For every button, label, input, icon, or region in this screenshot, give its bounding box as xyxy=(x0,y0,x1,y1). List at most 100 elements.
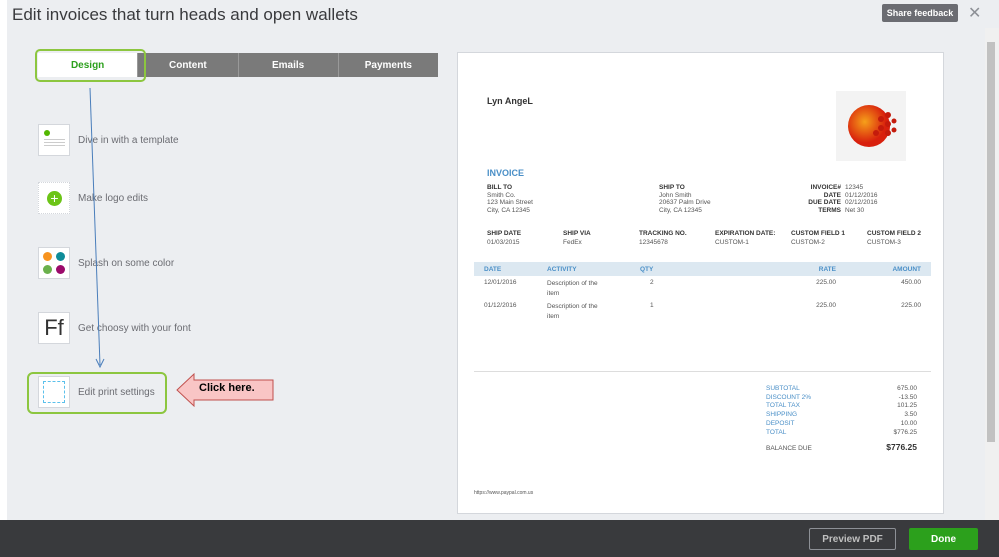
done-button[interactable]: Done xyxy=(909,528,978,550)
field-value: CUSTOM-3 xyxy=(867,239,901,246)
meta-row: TERMS Net 30 xyxy=(778,207,878,215)
total-value: $776.25 xyxy=(893,428,918,436)
total-row: SHIPPING 3.50 xyxy=(766,411,917,420)
row-date: 01/12/2016 xyxy=(484,302,517,309)
company-name: Lyn AngeL xyxy=(487,96,533,106)
table-row: 01/12/2016 Description of the item 1 225… xyxy=(474,302,931,326)
row-qty: 1 xyxy=(650,302,654,309)
total-row: SUBTOTAL 675.00 xyxy=(766,385,917,394)
invoice-meta: INVOICE# 12345 DATE 01/12/2016 DUE DATE 02/… xyxy=(778,184,878,215)
field-value: CUSTOM-1 xyxy=(715,239,749,246)
bill-to-line: 123 Main Street xyxy=(487,199,533,206)
meta-value: 02/12/2016 xyxy=(845,199,878,206)
scrollbar-thumb[interactable] xyxy=(987,42,995,442)
total-value: 675.00 xyxy=(897,385,917,392)
balance-label: BALANCE DUE xyxy=(766,445,812,453)
bill-to-label: BILL TO xyxy=(487,184,513,191)
meta-row: DUE DATE 02/12/2016 xyxy=(778,199,878,207)
close-icon[interactable]: ✕ xyxy=(968,3,981,23)
bill-to-line: Smith Co. xyxy=(487,191,516,199)
col-qty: QTY xyxy=(640,266,654,273)
field: TRACKING NO. 12345678 xyxy=(639,229,715,247)
left-edge xyxy=(0,0,7,520)
meta-value: 12345 xyxy=(845,184,864,191)
company-logo xyxy=(836,91,906,161)
tab-payments[interactable]: Payments xyxy=(337,53,438,77)
preview-pdf-button[interactable]: Preview PDF xyxy=(809,528,896,550)
row-activity: Description of the item xyxy=(547,280,598,297)
ship-to: SHIP TO John Smith 20637 Palm Drive City, C… xyxy=(659,184,711,214)
balance-row: BALANCE DUE $776.25 xyxy=(766,443,917,454)
row-date: 12/01/2016 xyxy=(484,279,517,286)
table-row: 12/01/2016 Description of the item 2 225… xyxy=(474,279,931,303)
total-label: SUBTOTAL xyxy=(766,385,800,392)
field-label: SHIP VIA xyxy=(563,230,591,237)
field: SHIP DATE 01/03/2015 xyxy=(487,229,563,247)
divider xyxy=(474,371,931,372)
field: CUSTOM FIELD 1 CUSTOM-2 xyxy=(791,229,867,247)
row-amount: 450.00 xyxy=(901,279,921,286)
field: CUSTOM FIELD 2 CUSTOM-3 xyxy=(867,229,943,247)
total-row: DISCOUNT 2% -13.50 xyxy=(766,394,917,403)
ship-to-line: City, CA 12345 xyxy=(659,206,702,214)
custom-fields: SHIP DATE 01/03/2015 SHIP VIA FedEx TRACKI… xyxy=(487,229,943,247)
row-rate: 225.00 xyxy=(816,279,836,286)
tab-emails[interactable]: Emails xyxy=(237,53,338,77)
meta-key: DUE DATE xyxy=(808,199,841,206)
total-value: 10.00 xyxy=(900,419,917,427)
invoice-title: INVOICE xyxy=(487,168,525,178)
col-amount: AMOUNT xyxy=(892,266,921,273)
totals: SUBTOTAL 675.00 DISCOUNT 2% -13.50 TOTAL T… xyxy=(766,385,917,454)
total-label: SHIPPING xyxy=(766,411,798,419)
col-activity: ACTIVITY xyxy=(547,266,577,273)
design-highlight xyxy=(35,49,146,82)
total-row: TOTAL $776.25 xyxy=(766,429,917,438)
ship-to-line: John Smith xyxy=(659,191,692,199)
field-value: 01/03/2015 xyxy=(487,239,520,246)
tab-content[interactable]: Content xyxy=(137,53,238,77)
total-label: DISCOUNT 2% xyxy=(766,393,812,401)
field-label: SHIP DATE xyxy=(487,230,522,237)
ship-to-label: SHIP TO xyxy=(659,184,685,191)
total-row: DEPOSIT 10.00 xyxy=(766,420,917,429)
footer-url: https://www.paypal.com.us xyxy=(474,490,534,496)
invoice-preview: Lyn AngeL INVOICE BILL TO Smith Co. 123 Ma… xyxy=(457,52,944,514)
field-label: CUSTOM FIELD 2 xyxy=(867,230,922,237)
field-label: EXPIRATION DATE: xyxy=(715,230,776,237)
bill-to: BILL TO Smith Co. 123 Main Street City, CA … xyxy=(487,184,533,214)
total-value: 101.25 xyxy=(897,402,917,410)
total-row: TOTAL TAX 101.25 xyxy=(766,402,917,411)
col-date: DATE xyxy=(484,266,502,273)
total-label: TOTAL xyxy=(766,428,787,436)
field-value: FedEx xyxy=(563,239,582,246)
annotation-arrow xyxy=(89,87,105,369)
click-here-callout: Click here. xyxy=(176,372,276,412)
field-label: TRACKING NO. xyxy=(639,230,687,237)
total-label: TOTAL TAX xyxy=(766,402,800,410)
page-title: Edit invoices that turn heads and open w… xyxy=(12,5,358,24)
meta-key: DATE xyxy=(823,191,841,199)
meta-value: 01/12/2016 xyxy=(845,191,878,199)
meta-key: INVOICE# xyxy=(810,184,841,191)
row-activity: Description of the item xyxy=(547,303,598,320)
field: EXPIRATION DATE: CUSTOM-1 xyxy=(715,229,791,247)
row-amount: 225.00 xyxy=(901,302,921,309)
total-label: DEPOSIT xyxy=(766,419,795,427)
ship-to-line: 20637 Palm Drive xyxy=(659,199,711,206)
row-qty: 2 xyxy=(650,279,654,286)
callout-text: Click here. xyxy=(199,382,255,394)
meta-key: TERMS xyxy=(818,206,841,214)
meta-row: DATE 01/12/2016 xyxy=(778,192,878,200)
meta-value: Net 30 xyxy=(845,206,865,214)
share-feedback-button[interactable]: Share feedback xyxy=(882,4,958,22)
total-value: 3.50 xyxy=(904,411,917,419)
meta-row: INVOICE# 12345 xyxy=(778,184,878,192)
field-label: CUSTOM FIELD 1 xyxy=(791,230,846,237)
field-value: 12345678 xyxy=(639,239,668,246)
col-rate: RATE xyxy=(818,266,836,273)
field: SHIP VIA FedEx xyxy=(563,229,639,247)
row-rate: 225.00 xyxy=(816,302,836,309)
bill-to-line: City, CA 12345 xyxy=(487,206,530,214)
line-items-header: DATE ACTIVITY QTY RATE AMOUNT xyxy=(474,262,931,276)
total-value: -13.50 xyxy=(898,393,917,401)
